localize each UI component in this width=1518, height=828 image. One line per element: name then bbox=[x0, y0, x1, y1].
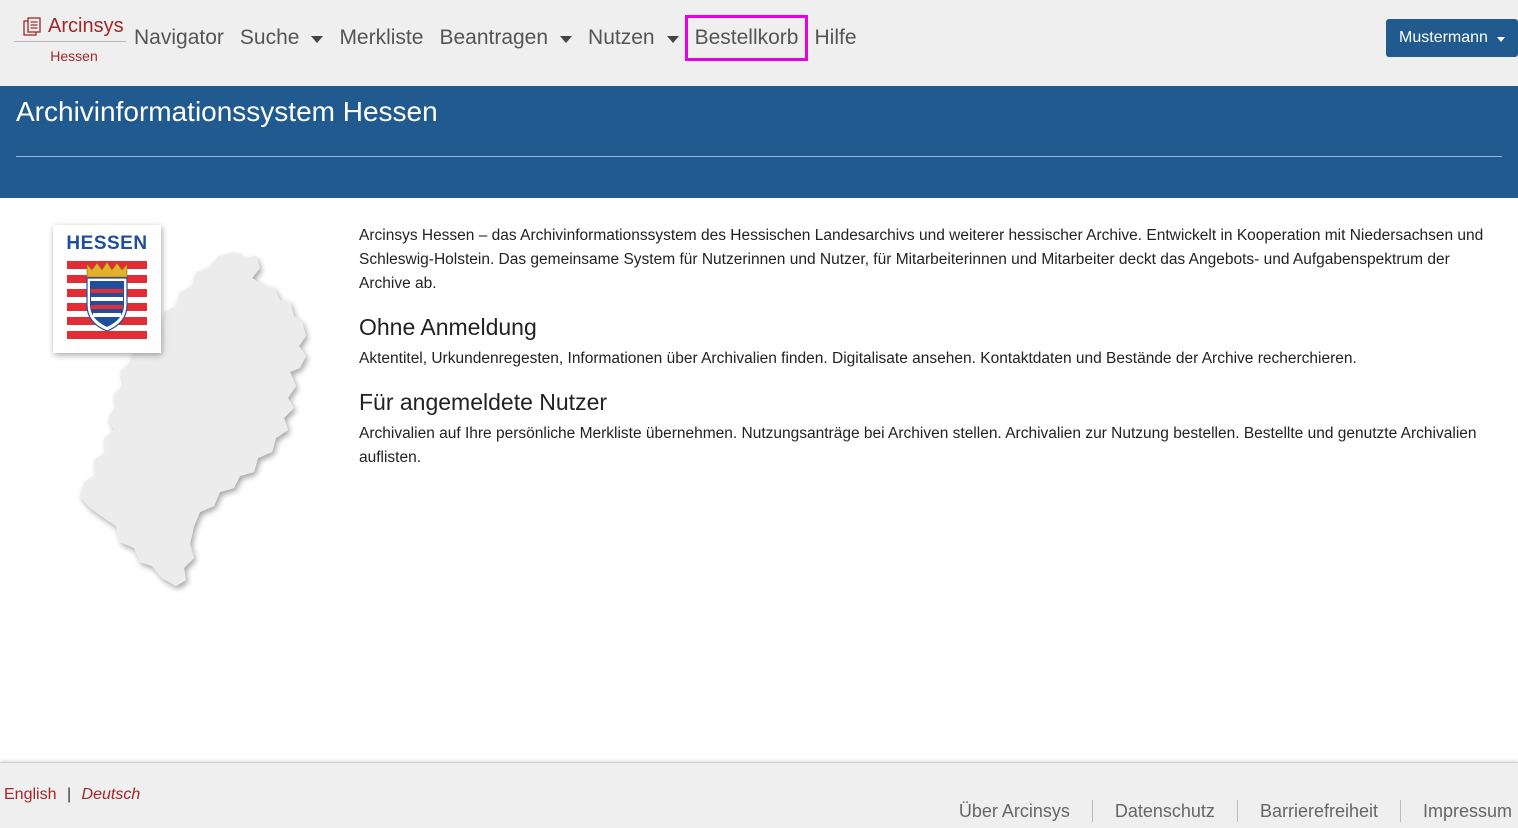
user-menu-button[interactable]: Mustermann bbox=[1386, 19, 1518, 57]
brand-name: Arcinsys bbox=[48, 15, 124, 37]
caret-down-icon bbox=[560, 35, 573, 43]
nav-bestellkorb[interactable]: Bestellkorb bbox=[684, 15, 809, 61]
page-footer: English | Deutsch Über Arcinsys Datensch… bbox=[0, 762, 1518, 828]
hessen-logo-card: HESSEN bbox=[53, 225, 161, 353]
nav-hilfe-label: Hilfe bbox=[814, 26, 857, 49]
top-navbar: Arcinsys Hessen Navigator Suche Merklist… bbox=[0, 0, 1518, 86]
footer-links: Über Arcinsys Datenschutz Barrierefreihe… bbox=[937, 800, 1512, 822]
caret-down-icon bbox=[666, 35, 679, 43]
nav-suche-dropdown[interactable]: Suche bbox=[232, 15, 332, 61]
language-english-link[interactable]: English bbox=[4, 786, 56, 803]
section-text-angemeldete-nutzer: Archivalien auf Ihre persönliche Merklis… bbox=[359, 425, 1477, 466]
nav-suche-label: Suche bbox=[239, 26, 300, 49]
nav-beantragen-label: Beantragen bbox=[439, 26, 549, 49]
archive-icon bbox=[23, 16, 41, 36]
user-name: Mustermann bbox=[1399, 29, 1488, 46]
intro-text: Arcinsys Hessen – das Archivinformations… bbox=[359, 227, 1484, 292]
footer-link-barrierefreiheit[interactable]: Barrierefreiheit bbox=[1236, 800, 1400, 822]
brand-logo-link[interactable]: Arcinsys Hessen bbox=[14, 12, 126, 64]
brand-top: Arcinsys bbox=[14, 12, 126, 42]
nav-merkliste-label: Merkliste bbox=[339, 26, 424, 49]
page-title: Archivinformationssystem Hessen bbox=[16, 96, 438, 127]
brand-subtitle: Hessen bbox=[50, 48, 98, 64]
caret-down-icon bbox=[1496, 36, 1505, 42]
section-heading-ohne-anmeldung: Ohne Anmeldung bbox=[359, 314, 537, 340]
section-text-ohne-anmeldung: Aktentitel, Urkundenregesten, Informatio… bbox=[359, 350, 1357, 367]
footer-link-impressum[interactable]: Impressum bbox=[1399, 800, 1512, 822]
nav-navigator[interactable]: Navigator bbox=[126, 15, 232, 61]
main-content: Arcinsys Hessen – das Archivinformations… bbox=[359, 224, 1489, 470]
footer-link-datenschutz[interactable]: Datenschutz bbox=[1091, 800, 1237, 822]
caret-down-icon bbox=[311, 35, 324, 43]
nav-hilfe[interactable]: Hilfe bbox=[806, 15, 864, 61]
nav-nutzen-label: Nutzen bbox=[588, 26, 655, 49]
main-nav: Navigator Suche Merkliste Beantragen Nut… bbox=[126, 14, 865, 62]
footer-link-ueber-arcinsys[interactable]: Über Arcinsys bbox=[937, 800, 1092, 822]
nav-navigator-label: Navigator bbox=[134, 26, 224, 49]
nav-bestellkorb-label: Bestellkorb bbox=[694, 26, 799, 49]
coat-of-arms-icon bbox=[67, 261, 147, 339]
nav-merkliste[interactable]: Merkliste bbox=[331, 15, 431, 61]
language-switcher: English | Deutsch bbox=[4, 786, 140, 804]
language-deutsch-link[interactable]: Deutsch bbox=[82, 786, 141, 803]
page-banner: Archivinformationssystem Hessen bbox=[0, 86, 1518, 198]
language-separator: | bbox=[66, 786, 72, 803]
banner-divider bbox=[16, 156, 1502, 157]
logo-text: HESSEN bbox=[66, 233, 148, 254]
nav-nutzen-dropdown[interactable]: Nutzen bbox=[580, 15, 687, 61]
nav-beantragen-dropdown[interactable]: Beantragen bbox=[431, 15, 580, 61]
section-heading-angemeldete-nutzer: Für angemeldete Nutzer bbox=[359, 389, 608, 415]
